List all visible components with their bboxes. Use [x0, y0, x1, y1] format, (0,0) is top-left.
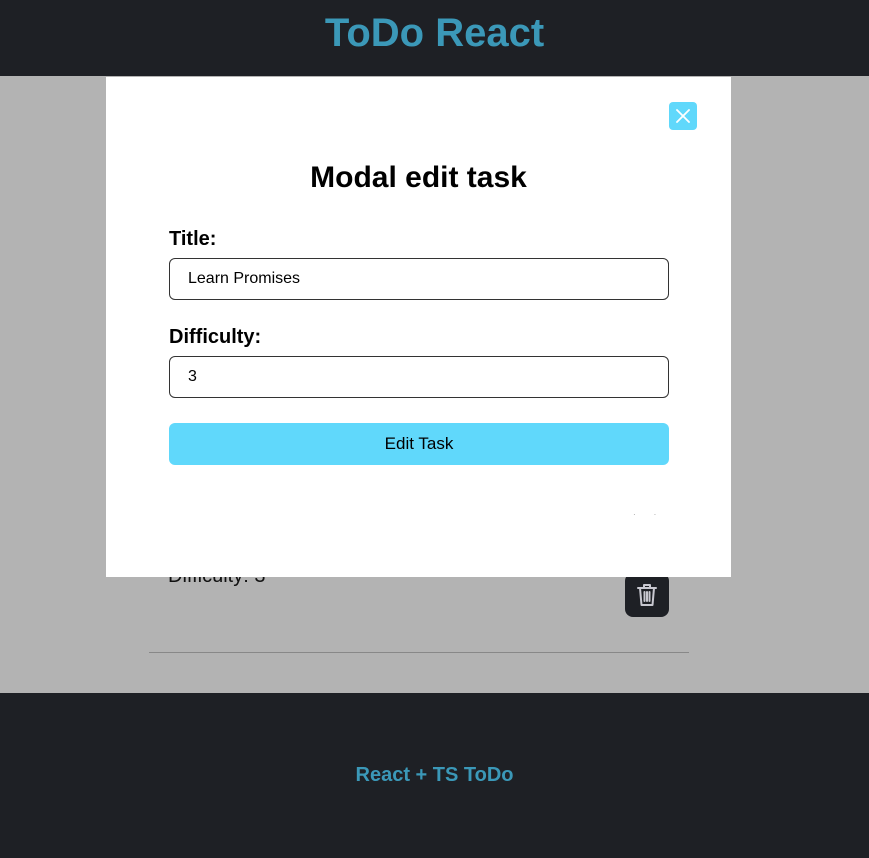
delete-task-button[interactable]	[625, 573, 669, 617]
app-title: ToDo React	[324, 10, 545, 55]
app-footer: React + TS ToDo	[0, 693, 869, 858]
task-divider	[149, 652, 689, 653]
footer-text: React + TS ToDo	[355, 764, 514, 786]
trash-icon	[637, 584, 657, 606]
difficulty-input[interactable]	[169, 356, 669, 398]
title-input[interactable]	[169, 258, 669, 300]
close-modal-button[interactable]	[669, 102, 697, 130]
loading-dots: ··	[633, 510, 675, 519]
edit-task-button[interactable]: Edit Task	[169, 423, 669, 465]
difficulty-label: Difficulty:	[169, 326, 262, 348]
title-label: Title:	[169, 228, 217, 250]
app-header: ToDo React	[0, 0, 869, 76]
close-icon	[676, 109, 690, 123]
modal-title: Modal edit task	[310, 161, 527, 194]
edit-task-modal: Modal edit task Title: Difficulty: Edit …	[106, 77, 731, 577]
